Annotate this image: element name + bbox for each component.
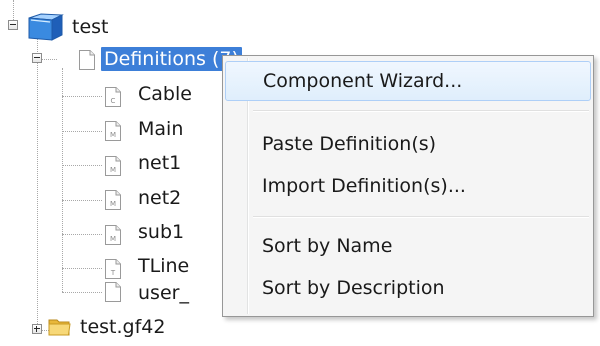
tree-connector [62,131,102,132]
tree-node-net2-label[interactable]: net2 [138,186,181,210]
tree-node-sub1-label[interactable]: sub1 [138,220,184,244]
definition-file-icon-letter: M [110,166,116,174]
tree-node-root-label[interactable]: test [72,15,109,39]
definition-file-icon-letter: M [110,131,116,139]
tree-node-definitions-label[interactable]: Definitions (7) [101,47,242,71]
definition-file-icon-letter: M [110,200,116,208]
tree-node-cable-label[interactable]: Cable [138,82,192,106]
menu-item-component-wizard[interactable]: Component Wizard... [225,61,591,101]
definition-file-icon: M [105,121,121,141]
menu-separator [253,216,589,218]
tree-node-user-label[interactable]: user_ [138,281,189,305]
tree-connector [62,165,102,166]
definition-file-icon: C [105,87,121,107]
root-collapse-toggle[interactable] [8,20,18,30]
tree-node-main-label[interactable]: Main [138,117,183,141]
context-menu: Component Wizard... Paste Definition(s) … [222,55,594,317]
test-gf42-expand-toggle[interactable] [32,324,42,334]
definitions-collapse-toggle[interactable] [32,53,42,63]
tree-connector [62,292,102,293]
tree-node-net1-label[interactable]: net1 [138,151,181,175]
tree-connector [62,234,102,235]
definition-file-icon-letter: C [111,97,116,105]
tree-connector [62,268,102,269]
definition-file-icon: M [105,156,121,176]
menu-item-paste-definitions[interactable]: Paste Definition(s) [225,124,591,164]
definition-file-icon-letter: T [110,269,116,277]
menu-item-sort-by-name[interactable]: Sort by Name [225,226,591,266]
tree-node-test-gf42-label[interactable]: test.gf42 [80,315,165,339]
definition-file-icon: T [105,259,121,279]
tree-connector [37,36,38,330]
definition-file-icon [105,282,121,302]
menu-item-import-definitions[interactable]: Import Definition(s)... [225,166,591,206]
definition-file-icon-letter: M [110,235,116,243]
definition-file-icon: M [105,190,121,210]
project-cube-icon [28,13,64,41]
tree-connector [62,96,102,97]
tree-connector [62,200,102,201]
definitions-icon [79,50,95,70]
menu-item-sort-by-description[interactable]: Sort by Description [225,268,591,308]
tree-connector [62,68,63,292]
menu-separator [253,110,589,112]
folder-icon [48,319,71,336]
definition-file-icon: M [105,225,121,245]
tree-node-tline-label[interactable]: TLine [138,254,189,278]
screenshot-stage: test Definitions (7) C Cable M Main M ne… [0,0,600,346]
